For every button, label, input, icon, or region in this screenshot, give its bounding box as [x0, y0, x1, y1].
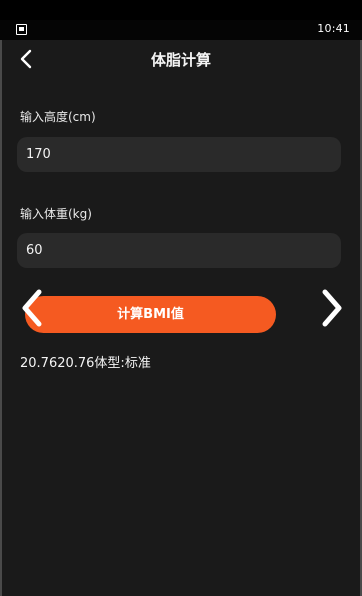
status-bar: 10:41 — [0, 20, 362, 40]
page-title: 体脂计算 — [150, 51, 211, 69]
next-arrow-icon[interactable] — [313, 286, 349, 330]
app-screen: 10:41 体脂计算 输入高度(cm) 170 输入体重(kg) 60 计算BM… — [0, 0, 362, 596]
weight-label: 输入体重(kg) — [20, 207, 92, 221]
height-input[interactable]: 170 — [17, 137, 341, 172]
height-input-value: 170 — [26, 147, 51, 162]
notification-box-icon — [16, 24, 27, 35]
bmi-result-text: 20.7620.76体型:标准 — [20, 356, 151, 371]
calculate-bmi-button[interactable]: 计算BMI值 — [25, 296, 276, 333]
left-edge — [0, 40, 2, 596]
app-header: 体脂计算 — [0, 40, 362, 80]
height-label: 输入高度(cm) — [20, 110, 96, 124]
status-time: 10:41 — [317, 22, 350, 35]
previous-arrow-icon[interactable] — [15, 286, 51, 330]
weight-input-value: 60 — [26, 243, 43, 258]
top-bezel — [0, 0, 362, 20]
weight-input[interactable]: 60 — [17, 233, 341, 268]
